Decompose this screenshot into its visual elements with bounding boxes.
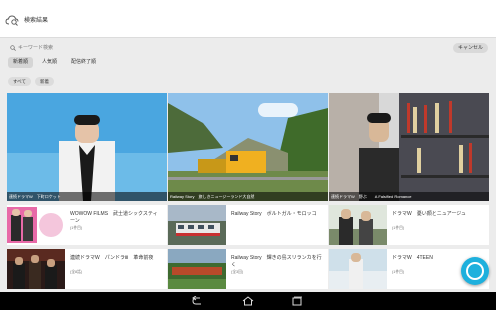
recents-icon[interactable] xyxy=(290,296,304,306)
card-thumbnail xyxy=(7,205,65,245)
card-title: ドラマW 憂い顔とニュアージュ xyxy=(392,211,466,217)
card-count: (1件目) xyxy=(392,270,405,274)
system-nav-bar xyxy=(0,292,496,310)
card-count: (1件目) xyxy=(392,226,405,230)
sort-tabs: 新着順 人気順 配信終了順 xyxy=(8,57,101,68)
card-thumbnail xyxy=(168,249,226,289)
cancel-button[interactable]: キャンセル xyxy=(452,43,488,53)
featured-thumbnail xyxy=(7,93,167,201)
list-item[interactable]: 連続ドラマW パンドラⅢ 革命前夜 (全8話) xyxy=(7,249,167,289)
card-title: Railway Story 輝きの島スリランカを行く xyxy=(231,255,322,268)
featured-caption: 連続ドラマW 野ぶ A Falsified Romance xyxy=(329,192,489,201)
tab-ending[interactable]: 配信終了順 xyxy=(66,57,101,68)
fab-button[interactable] xyxy=(461,257,489,285)
card-thumbnail xyxy=(329,249,387,289)
featured-tile[interactable]: 連続ドラマW 下町ロケット xyxy=(7,93,167,201)
card-count: (1件目) xyxy=(70,226,83,230)
list-item[interactable]: Railway Story 輝きの島スリランカを行く (全3回) xyxy=(168,249,328,289)
card-title: Railway Story ボルトガル・モロッコ xyxy=(231,211,317,217)
card-thumbnail xyxy=(168,205,226,245)
card-count: (全3回) xyxy=(231,270,244,274)
fab-circle-icon xyxy=(466,262,484,280)
card-title: 連続ドラマW パンドラⅢ 革命前夜 xyxy=(70,255,154,261)
filter-all[interactable]: すべて xyxy=(8,77,32,86)
back-icon[interactable] xyxy=(191,296,205,306)
results-area: キーワード検索 キャンセル 新着順 人気順 配信終了順 すべて 新着 連続ドラマ… xyxy=(0,38,496,292)
card-title: WOWOW FILMS 武士道シックスティーン xyxy=(70,211,158,224)
page-title: 検索結果 xyxy=(24,18,49,24)
list-item[interactable]: ドラマW 憂い顔とニュアージュ (1件目) xyxy=(329,205,489,245)
featured-tile[interactable]: 連続ドラマW 野ぶ A Falsified Romance xyxy=(329,93,489,201)
card-thumbnail xyxy=(7,249,65,289)
app-bar: 検索結果 xyxy=(0,0,496,38)
card-thumbnail xyxy=(329,205,387,245)
tab-newest[interactable]: 新着順 xyxy=(8,57,34,68)
filter-new[interactable]: 新着 xyxy=(35,77,55,86)
home-icon[interactable] xyxy=(241,296,255,306)
list-item[interactable]: WOWOW FILMS 武士道シックスティーン (1件目) xyxy=(7,205,167,245)
search-placeholder: キーワード検索 xyxy=(18,45,54,51)
featured-tile[interactable]: Railway Story 旅しきニュージーランド大自然 xyxy=(168,93,328,201)
filter-chips: すべて 新着 xyxy=(8,77,55,86)
tab-popular[interactable]: 人気順 xyxy=(37,57,62,68)
cloud-search-icon[interactable] xyxy=(5,14,21,26)
featured-caption: Railway Story 旅しきニュージーランド大自然 xyxy=(168,192,328,201)
search-icon xyxy=(10,44,16,51)
featured-thumbnail xyxy=(168,93,328,201)
list-item[interactable]: Railway Story ボルトガル・モロッコ xyxy=(168,205,328,245)
featured-caption: 連続ドラマW 下町ロケット xyxy=(7,192,167,201)
featured-thumbnail xyxy=(329,93,489,201)
card-count: (全8話) xyxy=(70,270,83,274)
search-input[interactable]: キーワード検索 xyxy=(10,44,53,51)
